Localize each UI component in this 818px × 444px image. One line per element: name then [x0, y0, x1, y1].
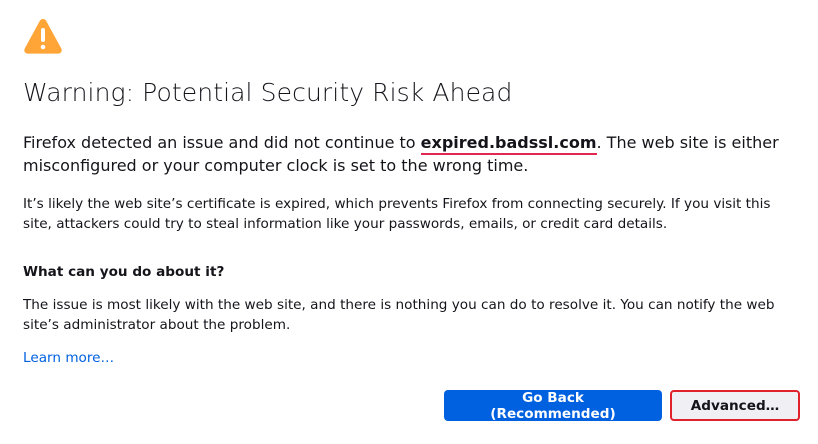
what-can-you-do-heading: What can you do about it?	[23, 264, 225, 280]
intro-text: Firefox detected an issue and did not co…	[23, 131, 803, 177]
go-back-button[interactable]: Go Back (Recommended)	[444, 390, 662, 422]
certificate-detail-text: It’s likely the web site’s certificate i…	[23, 196, 771, 232]
site-host: expired.badssl.com	[420, 133, 597, 155]
intro-text-before: Firefox detected an issue and did not co…	[23, 133, 421, 152]
what-can-you-do-text: The issue is most likely with the web si…	[23, 297, 775, 333]
warning-triangle-icon	[24, 19, 62, 54]
page-title: Warning: Potential Security Risk Ahead	[23, 78, 513, 107]
advanced-button[interactable]: Advanced…	[670, 390, 800, 421]
security-warning-page: Warning: Potential Security Risk Ahead F…	[0, 0, 818, 444]
learn-more-link[interactable]: Learn more…	[23, 348, 114, 368]
